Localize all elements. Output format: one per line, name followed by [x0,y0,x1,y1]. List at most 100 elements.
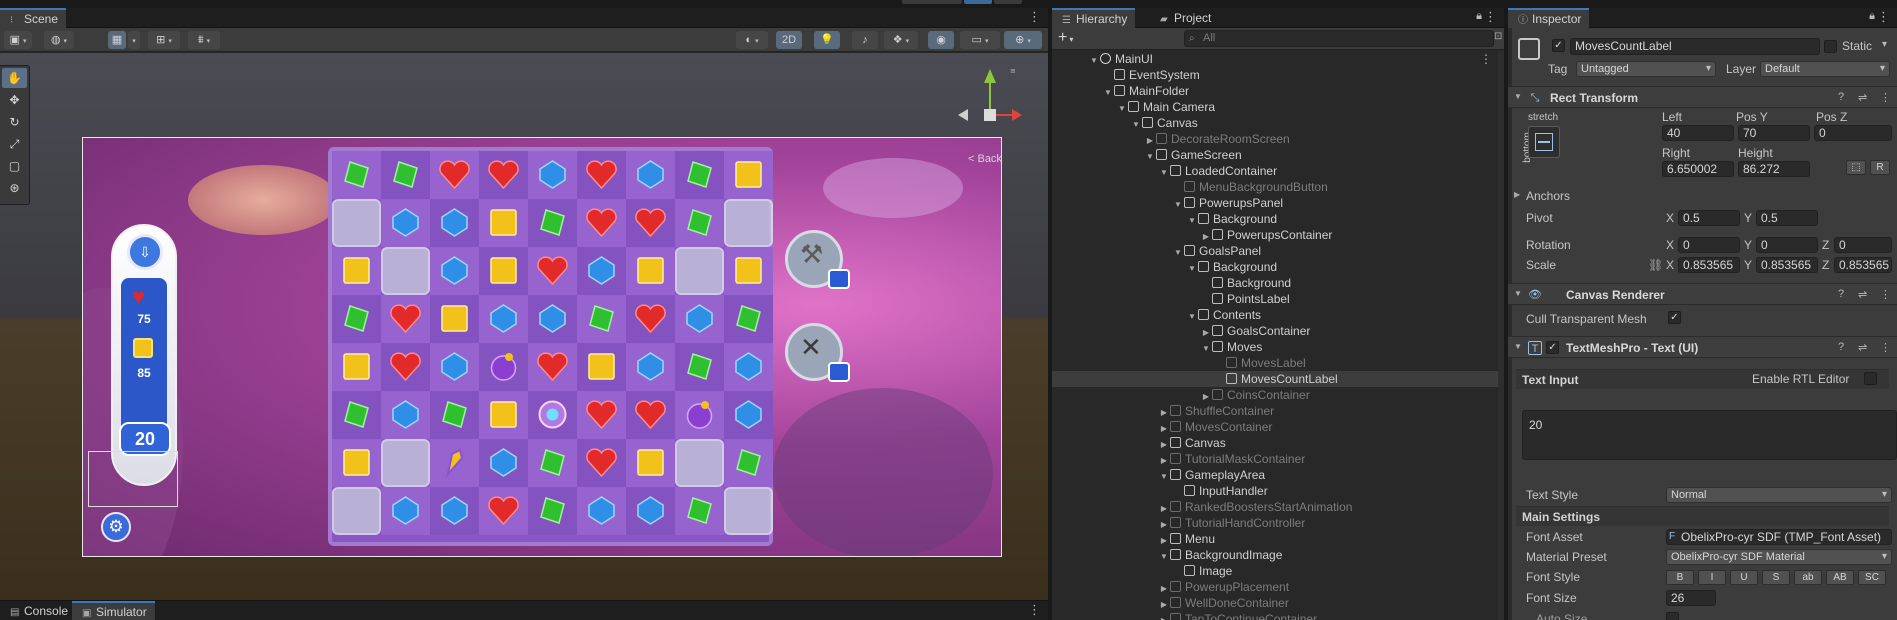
hierarchy-row[interactable]: ▼ GoalsPanel [1052,243,1504,259]
board-cell[interactable] [479,295,528,343]
lock-icon[interactable]: 🔒︎ [1869,10,1875,23]
gizmos-button[interactable]: ⊕ ▾ [1004,31,1042,49]
bottom-menu-icon[interactable]: ⋮ [1028,603,1041,616]
toolbar-tab[interactable] [994,0,1022,4]
board-cell[interactable] [332,151,381,199]
board-cell[interactable] [577,343,626,391]
board-cell[interactable] [332,391,381,439]
board-cell[interactable] [430,247,479,295]
settings-gear-icon[interactable]: ⚙ [101,512,131,542]
hierarchy-row[interactable]: ▼ Contents [1052,307,1504,323]
cull-transparent-checkbox[interactable]: ✓ [1668,311,1681,324]
board-cell[interactable] [381,343,430,391]
mode-2d-button[interactable]: 2D [776,31,802,49]
pivot-x-field[interactable]: 0.5 [1678,210,1740,226]
preset-icon[interactable]: ⇌ [1858,341,1867,354]
hierarchy-row[interactable]: MovesCountLabel [1052,371,1504,387]
active-checkbox[interactable]: ✓ [1552,39,1565,52]
board-cell[interactable] [479,199,528,247]
help-icon[interactable]: ? [1838,91,1844,103]
board-cell[interactable] [626,391,675,439]
shading-mode-button[interactable]: ◐ ▾ [736,31,768,49]
hierarchy-row[interactable]: ▼ BackgroundImage [1052,547,1504,563]
lock-icon[interactable]: 🔒︎ [1476,10,1482,23]
board-cell[interactable] [577,391,626,439]
posz-field[interactable]: 0 [1814,125,1892,141]
font-style-button[interactable]: AB [1826,570,1854,585]
cross-hammer-booster-button[interactable]: ✕ [785,323,850,382]
lighting-toggle-icon[interactable]: 💡 [814,31,840,49]
toolbar-tab[interactable] [902,0,962,4]
grid-snap-dropdown[interactable]: ▾ [128,31,140,49]
board-cell[interactable] [724,295,773,343]
hierarchy-row[interactable]: InputHandler [1052,483,1504,499]
back-link[interactable]: < Back [968,153,1002,165]
empty-board-cell[interactable] [724,487,773,535]
board-cell[interactable] [528,295,577,343]
scene-menu-icon[interactable]: ⋮ [1028,10,1041,23]
board-cell[interactable] [430,439,479,487]
empty-board-cell[interactable] [724,199,773,247]
board-cell[interactable] [675,199,724,247]
board-cell[interactable] [381,487,430,535]
scale-tool-icon[interactable]: ⤢ [2,134,27,154]
inspector-scrollbar[interactable] [1508,28,1512,620]
material-preset-dropdown[interactable]: ObelixPro-cyr SDF Material [1666,549,1892,565]
board-cell[interactable] [626,247,675,295]
left-field[interactable]: 40 [1662,125,1734,141]
board-cell[interactable] [724,247,773,295]
hierarchy-row[interactable]: ▶ Canvas [1052,435,1504,451]
blueprint-mode-button[interactable]: ⬚ [1846,160,1866,175]
board-cell[interactable] [381,151,430,199]
scene-menu-icon[interactable]: ⋮ [1480,51,1492,67]
hierarchy-row[interactable]: ▼ Main Camera [1052,99,1504,115]
font-size-field[interactable]: 26 [1666,590,1716,606]
font-style-button[interactable]: S [1762,570,1790,585]
board-cell[interactable] [528,247,577,295]
hierarchy-row[interactable]: ▼ LoadedContainer [1052,163,1504,179]
height-field[interactable]: 86.272 [1738,161,1810,177]
component-menu-icon[interactable]: ⋮ [1880,91,1891,104]
board-cell[interactable] [675,391,724,439]
empty-board-cell[interactable] [332,199,381,247]
board-cell[interactable] [528,391,577,439]
pivot-y-field[interactable]: 0.5 [1756,210,1818,226]
audio-toggle-icon[interactable]: ♪ [852,31,878,49]
board-cell[interactable] [332,343,381,391]
hierarchy-row[interactable]: ▼ Background [1052,211,1504,227]
tmp-text-header[interactable]: ▼ T ✓ TextMeshPro - Text (UI) ? ⇌ ⋮ [1508,336,1897,358]
scale-z-field[interactable]: 0.853565 [1834,257,1892,273]
board-cell[interactable] [626,199,675,247]
tag-dropdown[interactable]: Untagged [1576,61,1716,77]
hierarchy-search-input[interactable]: ⌕ All [1184,30,1494,47]
create-button[interactable]: + ▾ [1058,29,1073,49]
rtl-editor-checkbox[interactable] [1864,372,1877,385]
move-tool-icon[interactable]: ✥ [2,90,27,110]
hierarchy-row[interactable]: ▶ TutorialHandController [1052,515,1504,531]
hierarchy-row[interactable]: ▶ TutorialMaskContainer [1052,451,1504,467]
hierarchy-row[interactable]: ▶ GoalsContainer [1052,323,1504,339]
board-cell[interactable] [381,295,430,343]
hierarchy-row[interactable]: ▶ RankedBoostersStartAnimation [1052,499,1504,515]
board-cell[interactable] [626,487,675,535]
board-cell[interactable] [577,487,626,535]
board-cell[interactable] [479,247,528,295]
board-cell[interactable] [430,151,479,199]
hammer-booster-button[interactable]: ⚒ [785,230,850,289]
board-cell[interactable] [528,343,577,391]
board-cell[interactable] [528,151,577,199]
rect-transform-header[interactable]: ▼ ⤡ Rect Transform ? ⇌ ⋮ [1508,86,1897,108]
effects-toggle-button[interactable]: ❖ ▾ [884,31,918,49]
hierarchy-row[interactable]: ▶ DecorateRoomScreen [1052,131,1504,147]
right-field[interactable]: 6.650002 [1662,161,1734,177]
rotation-z-field[interactable]: 0 [1834,237,1892,253]
rotate-tool-icon[interactable]: ↻ [2,112,27,132]
hierarchy-row[interactable]: Background [1052,275,1504,291]
board-cell[interactable] [675,151,724,199]
tab-simulator[interactable]: ▣ Simulator [72,601,155,620]
camera-settings-button[interactable]: ▭ ▾ [960,31,1000,49]
font-style-button[interactable]: I [1698,570,1726,585]
hierarchy-row[interactable]: ▼ Canvas [1052,115,1504,131]
hierarchy-row[interactable]: ▼ PowerupsPanel [1052,195,1504,211]
font-style-button[interactable]: U [1730,570,1758,585]
